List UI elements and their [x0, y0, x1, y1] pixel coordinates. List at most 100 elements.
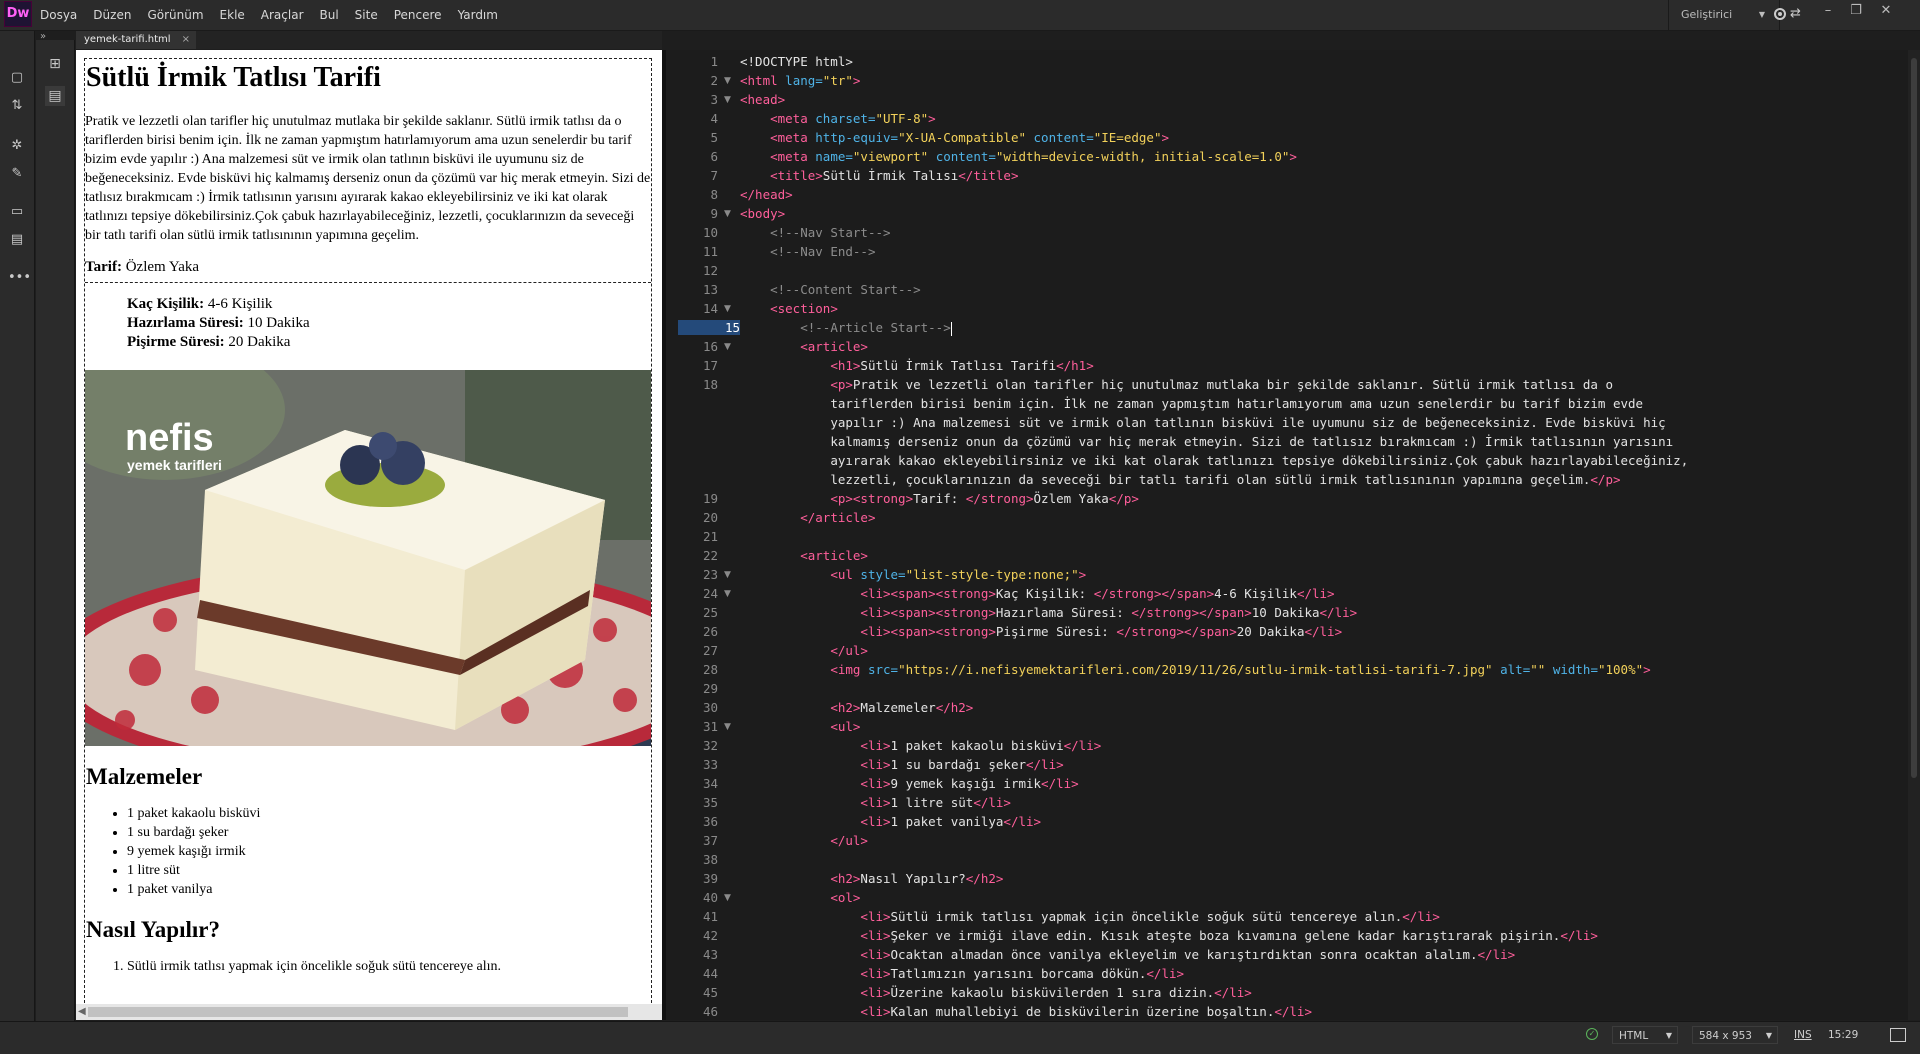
fold-icon[interactable]: ▼ [724, 722, 731, 732]
line-number: 21 [702, 529, 718, 544]
line-number: 32 [702, 738, 718, 753]
close-icon[interactable]: ✕ [1874, 0, 1898, 24]
fold-icon[interactable]: ▼ [724, 570, 731, 580]
code-line: <ol> [830, 890, 861, 905]
design-horizontal-scrollbar[interactable]: ◀ [76, 1004, 662, 1020]
article-details: Kaç Kişilik: 4-6 Kişilik Hazırlama Süres… [85, 295, 651, 976]
live-preview-icon[interactable] [1890, 1028, 1906, 1042]
line-number: 33 [702, 757, 718, 772]
cursor-position: 15:29 [1828, 1029, 1859, 1041]
list-item: 1 paket vanilya [127, 880, 651, 899]
line-number: 38 [702, 852, 718, 867]
list-item: Sütlü irmik tatlısı yapmak için öncelikl… [127, 957, 651, 976]
fold-icon[interactable]: ▼ [724, 304, 731, 314]
code-line: <li><span><strong>Hazırlama Süresi: </st… [860, 605, 1358, 620]
list-item: Hazırlama Süresi: 10 Dakika [127, 314, 651, 333]
scroll-left-icon[interactable]: ◀ [78, 1004, 86, 1020]
code-line: <html lang="tr"> [740, 73, 861, 88]
menu-yardim[interactable]: Yardım [458, 0, 498, 30]
document-tab[interactable]: yemek-tarifi.html × [76, 31, 196, 49]
code-line: </article> [800, 510, 876, 525]
file-transfer-icon[interactable]: ⇅ [8, 97, 26, 115]
fold-icon[interactable]: ▼ [724, 342, 731, 352]
document-tab-label: yemek-tarifi.html [84, 34, 171, 45]
status-bar: ✓ HTML ▼ 584 x 953 ▼ INS 15:29 [0, 1021, 1920, 1054]
fold-icon[interactable]: ▼ [724, 76, 731, 86]
close-tab-icon[interactable]: × [182, 31, 190, 49]
scroll-thumb[interactable] [88, 1007, 628, 1017]
menu-pencere[interactable]: Pencere [394, 0, 442, 30]
steps-heading: Nasıl Yapılır? [86, 917, 220, 942]
workspace-switcher[interactable]: Geliştirici ▼ [1668, 0, 1780, 30]
document-type-dropdown[interactable]: HTML ▼ [1612, 1026, 1678, 1044]
line-number: 4 [710, 111, 718, 126]
code-line-current: <!--Article Start--> [800, 320, 952, 336]
sync-settings-icon[interactable] [1774, 8, 1786, 20]
code-line: <li>1 paket kakaolu bisküvi</li> [860, 738, 1102, 753]
menu-duzen[interactable]: Düzen [93, 0, 131, 30]
line-number: 17 [702, 358, 718, 373]
info-label: Hazırlama Süresi: [127, 315, 244, 331]
assets-panel-icon[interactable]: ▤ [45, 86, 65, 106]
list-item: Pişirme Süresi: 20 Dakika [127, 333, 651, 352]
window-size-dropdown[interactable]: 584 x 953 ▼ [1692, 1026, 1778, 1044]
comment-icon[interactable]: ▭ [8, 203, 26, 221]
code-line: <section> [770, 301, 838, 316]
line-number: 9 [710, 206, 718, 221]
code-line: <article> [800, 548, 868, 563]
check-icon[interactable]: ✓ [1586, 1028, 1598, 1040]
line-number: 11 [702, 244, 718, 259]
page-body: Sütlü İrmik Tatlısı Tarifi Pratik ve lez… [84, 58, 652, 1008]
brush-icon[interactable]: ✎ [8, 165, 26, 183]
menu-araclar[interactable]: Araçlar [261, 0, 304, 30]
line-number: 34 [702, 776, 718, 791]
fold-icon[interactable]: ▼ [724, 589, 731, 599]
dreamweaver-logo: Dw [4, 1, 32, 27]
image-brand: nefis [125, 417, 214, 459]
line-number: 2 [710, 73, 718, 88]
code-line-wrap: ayırarak kakao ekleyebilirsiniz ve iki k… [830, 453, 1689, 468]
line-number: 13 [702, 282, 718, 297]
list-item: 1 su bardağı şeker [127, 823, 651, 842]
line-number: 12 [702, 263, 718, 278]
info-label: Kaç Kişilik: [127, 296, 205, 312]
menu-dosya[interactable]: Dosya [40, 0, 77, 30]
more-icon[interactable]: ••• [8, 269, 31, 287]
restore-icon[interactable]: ❐ [1844, 0, 1868, 24]
design-view[interactable]: Sütlü İrmik Tatlısı Tarifi Pratik ve lez… [76, 50, 662, 1020]
line-number: 6 [710, 149, 718, 164]
line-number: 1 [710, 54, 718, 69]
insert-mode[interactable]: INS [1794, 1022, 1812, 1048]
code-line: <body> [740, 206, 786, 221]
fold-icon[interactable]: ▼ [724, 209, 731, 219]
code-vertical-scrollbar[interactable] [1908, 50, 1920, 1020]
minimize-icon[interactable]: – [1816, 0, 1840, 24]
new-document-icon[interactable]: ▢ [8, 69, 26, 87]
scroll-thumb[interactable] [1911, 58, 1917, 778]
code-line: <title>Sütlü İrmik Talısı</title> [770, 168, 1019, 183]
code-line: <!--Nav Start--> [770, 225, 891, 240]
fold-icon[interactable]: ▼ [724, 95, 731, 105]
current-line-number: 15 [678, 320, 740, 335]
menu-site[interactable]: Site [355, 0, 378, 30]
info-value: 4-6 Kişilik [207, 296, 273, 312]
code-line-wrap: yapılır :) Ana malzemesi süt ve irmik ol… [830, 415, 1666, 430]
code-hint-icon[interactable]: ✲ [8, 137, 26, 155]
line-number: 20 [702, 510, 718, 525]
dessert-illustration: nefis yemek tarifleri [85, 370, 651, 746]
settings-icon[interactable]: ⇄ [1790, 6, 1801, 21]
line-number: 8 [710, 187, 718, 202]
fold-icon[interactable]: ▼ [724, 893, 731, 903]
menu-bul[interactable]: Bul [320, 0, 339, 30]
menu-ekle[interactable]: Ekle [220, 0, 245, 30]
snippet-icon[interactable]: ▤ [8, 231, 26, 249]
code-line: <li>Üzerine kakaolu bisküvilerden 1 sıra… [860, 985, 1252, 1000]
dom-panel-icon[interactable]: ⊞ [45, 54, 65, 74]
line-number: 28 [702, 662, 718, 677]
code-line: <ul style="list-style-type:none;"> [830, 567, 1087, 582]
main-menu: Dosya Düzen Görünüm Ekle Araçlar Bul Sit… [40, 0, 514, 30]
code-view[interactable]: 1 2 3 4 5 6 7 8 9 10 11 12 13 14 15 16 1… [666, 50, 1908, 1020]
menu-gorunum[interactable]: Görünüm [147, 0, 203, 30]
code-line-wrap: kalmamış derseniz onun da çözümü var hiç… [830, 434, 1674, 449]
line-number: 3 [710, 92, 718, 107]
